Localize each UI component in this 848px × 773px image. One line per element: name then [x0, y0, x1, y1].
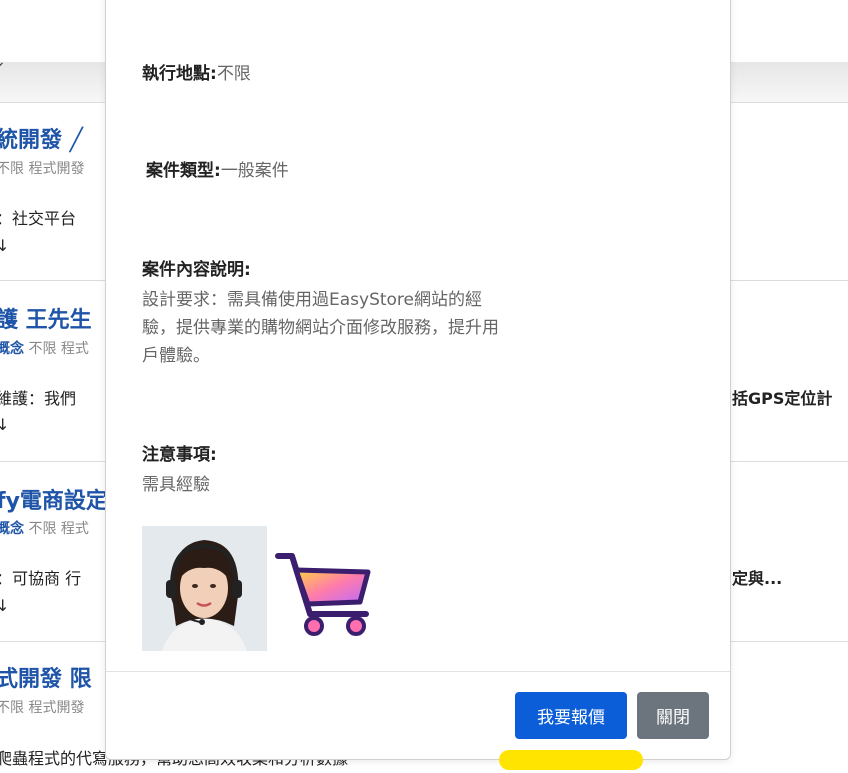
- listing-meta: 不限 程式開發: [0, 161, 85, 177]
- notes-block: 注意事項: 需具經驗: [142, 440, 217, 499]
- floating-highlight-bar: [499, 750, 643, 770]
- listing-desc: ：社交平台: [0, 209, 77, 228]
- listing-more: ↓: [0, 415, 10, 434]
- listing-title[interactable]: 統開發 ╱: [0, 122, 83, 154]
- listing-meta: 不限 程式開發: [0, 700, 85, 716]
- modal-footer-divider: [106, 671, 730, 672]
- listing-more: ↓: [0, 236, 10, 255]
- description-line: 設計要求：需具備使用過EasyStore網站的經: [142, 290, 483, 310]
- submit-quote-button[interactable]: 我要報價: [515, 692, 627, 739]
- listing-title[interactable]: fy電商設定: [0, 483, 108, 515]
- close-button[interactable]: 關閉: [637, 692, 709, 739]
- location-label: 執行地點:: [142, 64, 217, 84]
- customer-service-avatar[interactable]: [142, 526, 267, 651]
- listing-desc-tail: 定與...: [732, 569, 783, 588]
- case-type-label: 案件類型:: [146, 161, 221, 181]
- description-line: 戶體驗。: [142, 346, 210, 366]
- listing-meta: 概念 不限 程式: [0, 341, 89, 357]
- shopping-cart-icon[interactable]: [270, 526, 395, 651]
- notes-value: 需具經驗: [142, 475, 210, 495]
- case-type-field: 案件類型:一般案件: [146, 156, 289, 181]
- listing-meta: 概念 不限 程式: [0, 521, 89, 537]
- listing-desc-tail: 括GPS定位計: [732, 389, 833, 408]
- listing-desc: ：可協商 行: [0, 569, 82, 588]
- description-block: 案件內容說明: 設計要求：需具備使用過EasyStore網站的經 驗，提供專業的…: [142, 255, 499, 370]
- notes-label: 注意事項:: [142, 445, 217, 465]
- description-label: 案件內容說明:: [142, 260, 251, 280]
- listing-more: ↓: [0, 596, 10, 615]
- case-images: [142, 526, 395, 651]
- band-fragment: ⌄: [0, 54, 6, 70]
- location-field: 執行地點:不限: [142, 59, 251, 84]
- case-type-value: 一般案件: [220, 161, 289, 181]
- listing-title[interactable]: 護 王先生: [0, 302, 92, 334]
- listing-title[interactable]: 式開發 限: [0, 661, 92, 693]
- location-value: 不限: [216, 64, 251, 84]
- description-line: 驗，提供專業的購物網站介面修改服務，提升用: [142, 318, 499, 338]
- listing-desc: 維護：我們: [0, 389, 77, 408]
- case-detail-modal: 執行地點:不限 案件類型:一般案件 案件內容說明: 設計要求：需具備使用過Eas…: [105, 0, 731, 760]
